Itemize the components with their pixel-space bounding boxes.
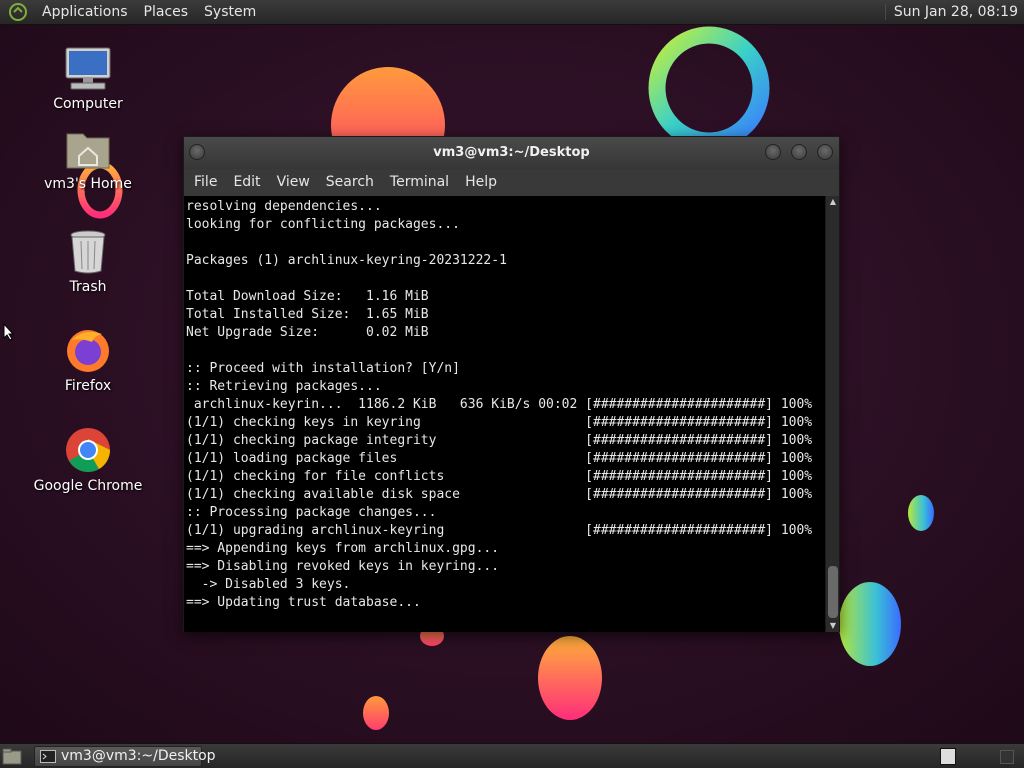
menu-view[interactable]: View (269, 169, 318, 196)
window-title: vm3@vm3:~/Desktop (433, 145, 590, 160)
home-folder-icon (66, 133, 110, 169)
desktop-icon-computer[interactable]: Computer (33, 46, 143, 112)
taskbar-item-terminal[interactable]: vm3@vm3:~/Desktop (34, 746, 216, 767)
menu-search[interactable]: Search (318, 169, 382, 196)
mate-logo-icon[interactable] (8, 2, 28, 22)
desktop-icon-label: Trash (69, 279, 107, 295)
scroll-down-arrow-icon[interactable]: ▼ (826, 620, 840, 632)
trash-icon (70, 230, 106, 274)
terminal-line: (1/1) checking for file conflicts [#####… (186, 469, 813, 484)
desktop-icon-label: Google Chrome (33, 478, 143, 494)
desktop-icon-chrome[interactable]: Google Chrome (33, 426, 143, 494)
window-menu-button[interactable] (189, 144, 205, 160)
firefox-icon (67, 330, 109, 372)
trash-applet-icon[interactable] (1000, 750, 1014, 764)
system-menu[interactable]: System (196, 0, 264, 25)
mouse-cursor-icon (3, 323, 15, 341)
places-menu[interactable]: Places (136, 0, 197, 25)
terminal-output[interactable]: resolving dependencies... looking for con… (184, 196, 827, 632)
terminal-line: ==> Appending keys from archlinux.gpg... (186, 541, 500, 556)
terminal-text: resolving dependencies... looking for con… (184, 196, 827, 612)
taskbar-item-label: vm3@vm3:~/Desktop (61, 748, 216, 764)
bottom-panel: vm3@vm3:~/Desktop (0, 743, 1024, 768)
workspace-switcher[interactable] (940, 748, 956, 765)
terminal-line: (1/1) upgrading archlinux-keyring [#####… (186, 523, 813, 538)
desktop-icon-label: Firefox (64, 378, 112, 394)
menu-terminal[interactable]: Terminal (382, 169, 457, 196)
terminal-line: (1/1) checking available disk space [###… (186, 487, 813, 502)
minimize-button[interactable] (765, 144, 781, 160)
menu-help[interactable]: Help (457, 169, 505, 196)
chrome-icon (66, 428, 110, 472)
applications-menu[interactable]: Applications (34, 0, 136, 25)
clock[interactable]: Sun Jan 28, 08:19 (884, 4, 1024, 20)
maximize-button[interactable] (791, 144, 807, 160)
terminal-line: Total Download Size: 1.16 MiB (186, 289, 429, 304)
desktop-icon-trash[interactable]: Trash (33, 229, 143, 295)
desktop-icon-home[interactable]: vm3's Home (33, 128, 143, 192)
terminal-line: Net Upgrade Size: 0.02 MiB (186, 325, 429, 340)
top-panel: Applications Places System Sun Jan 28, 0… (0, 0, 1024, 25)
scroll-up-arrow-icon[interactable]: ▲ (826, 196, 840, 208)
terminal-line: :: Processing package changes... (186, 505, 437, 520)
terminal-line: :: Retrieving packages... (186, 379, 382, 394)
desktop-icon-label: vm3's Home (44, 176, 132, 192)
computer-icon (65, 47, 111, 90)
terminal-line: ==> Disabling revoked keys in keyring... (186, 559, 500, 574)
terminal-line: (1/1) checking keys in keyring [########… (186, 415, 813, 430)
terminal-line: looking for conflicting packages... (186, 217, 460, 232)
terminal-line: :: Proceed with installation? [Y/n] (186, 361, 460, 376)
terminal-line: Total Installed Size: 1.65 MiB (186, 307, 429, 322)
terminal-line: ==> Updating trust database... (186, 595, 421, 610)
terminal-line: (1/1) loading package files [###########… (186, 451, 813, 466)
terminal-line: archlinux-keyrin... 1186.2 KiB 636 KiB/s… (186, 397, 813, 412)
desktop-icon-firefox[interactable]: Firefox (33, 326, 143, 394)
menu-edit[interactable]: Edit (225, 169, 268, 196)
terminal-line: Packages (1) archlinux-keyring-20231222-… (186, 253, 507, 268)
terminal-scrollbar[interactable]: ▲ ▼ (825, 196, 839, 632)
terminal-line: (1/1) checking package integrity [######… (186, 433, 813, 448)
terminal-line: resolving dependencies... (186, 199, 382, 214)
desktop-icon-label: Computer (53, 96, 123, 112)
terminal-menubar: File Edit View Search Terminal Help (184, 169, 839, 196)
terminal-line: -> Disabled 3 keys. (186, 577, 351, 592)
show-desktop-icon[interactable] (2, 748, 22, 765)
menu-file[interactable]: File (186, 169, 225, 196)
terminal-icon (40, 750, 56, 763)
close-button[interactable] (817, 144, 833, 160)
window-titlebar[interactable]: vm3@vm3:~/Desktop (184, 137, 839, 169)
terminal-window[interactable]: vm3@vm3:~/Desktop File Edit View Search … (183, 136, 840, 632)
scrollbar-thumb[interactable] (828, 566, 838, 618)
